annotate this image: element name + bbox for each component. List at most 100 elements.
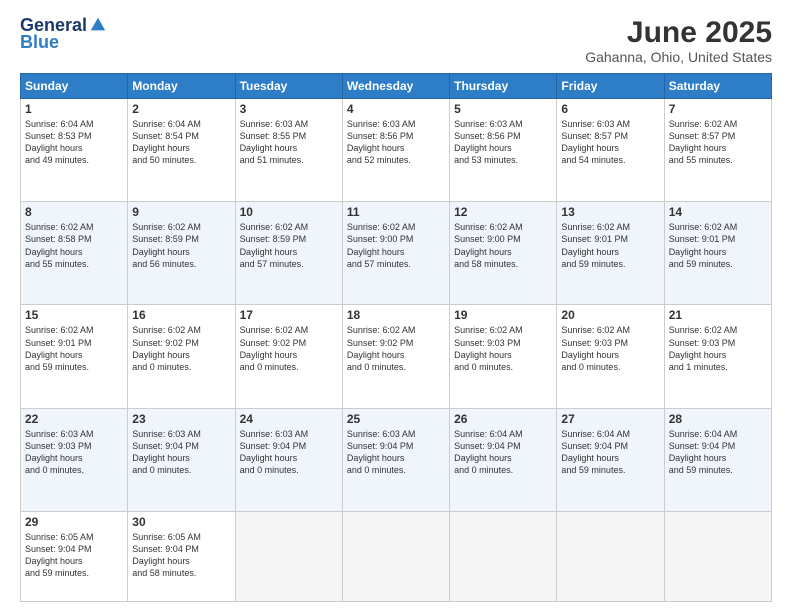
day-number: 14 bbox=[669, 205, 767, 219]
day-number: 24 bbox=[240, 412, 338, 426]
calendar-cell: 27Sunrise: 6:04 AMSunset: 9:04 PMDayligh… bbox=[557, 408, 664, 511]
day-info: Sunrise: 6:02 AMSunset: 9:01 PMDaylight … bbox=[669, 221, 767, 270]
calendar-cell: 10 Sunrise: 6:02 AMSunset: 8:59 PMDayligh… bbox=[235, 202, 342, 305]
day-info: Sunrise: 6:03 AMSunset: 9:04 PMDaylight … bbox=[132, 428, 230, 477]
calendar-cell: 17Sunrise: 6:02 AMSunset: 9:02 PMDayligh… bbox=[235, 305, 342, 408]
header-row: SundayMondayTuesdayWednesdayThursdayFrid… bbox=[21, 74, 772, 99]
day-info: Sunrise: 6:02 AMSunset: 9:01 PMDaylight … bbox=[561, 221, 659, 270]
calendar-cell: 28 Sunrise: 6:04 AMSunset: 9:04 PMDayligh… bbox=[664, 408, 771, 511]
day-number: 11 bbox=[347, 205, 445, 219]
day-number: 15 bbox=[25, 308, 123, 322]
calendar-cell: 22Sunrise: 6:03 AMSunset: 9:03 PMDayligh… bbox=[21, 408, 128, 511]
day-header-sunday: Sunday bbox=[21, 74, 128, 99]
day-info: Sunrise: 6:02 AMSunset: 8:58 PMDaylight … bbox=[25, 221, 123, 270]
day-number: 29 bbox=[25, 515, 123, 529]
calendar-cell: 18Sunrise: 6:02 AMSunset: 9:02 PMDayligh… bbox=[342, 305, 449, 408]
calendar-cell: 26 Sunrise: 6:04 AMSunset: 9:04 PMDayligh… bbox=[450, 408, 557, 511]
day-info: Sunrise: 6:02 AMSunset: 9:02 PMDaylight … bbox=[240, 324, 338, 373]
calendar-cell: 9 Sunrise: 6:02 AMSunset: 8:59 PMDaylight… bbox=[128, 202, 235, 305]
calendar-cell: 6 Sunrise: 6:03 AMSunset: 8:57 PMDaylight… bbox=[557, 99, 664, 202]
day-info: Sunrise: 6:02 AMSunset: 8:57 PMDaylight … bbox=[669, 118, 767, 167]
day-info: Sunrise: 6:05 AMSunset: 9:04 PMDaylight … bbox=[132, 531, 230, 580]
calendar-cell: 30 Sunrise: 6:05 AMSunset: 9:04 PMDayligh… bbox=[128, 511, 235, 601]
calendar-subtitle: Gahanna, Ohio, United States bbox=[585, 49, 772, 65]
calendar-cell bbox=[557, 511, 664, 601]
calendar-title: June 2025 bbox=[585, 16, 772, 49]
day-info: Sunrise: 6:04 AMSunset: 8:54 PMDaylight … bbox=[132, 118, 230, 167]
day-number: 12 bbox=[454, 205, 552, 219]
calendar-cell: 11 Sunrise: 6:02 AMSunset: 9:00 PMDayligh… bbox=[342, 202, 449, 305]
calendar-cell: 12Sunrise: 6:02 AMSunset: 9:00 PMDayligh… bbox=[450, 202, 557, 305]
calendar-cell: 24 Sunrise: 6:03 AMSunset: 9:04 PMDayligh… bbox=[235, 408, 342, 511]
week-row-3: 22Sunrise: 6:03 AMSunset: 9:03 PMDayligh… bbox=[21, 408, 772, 511]
calendar-cell: 23 Sunrise: 6:03 AMSunset: 9:04 PMDayligh… bbox=[128, 408, 235, 511]
day-info: Sunrise: 6:02 AMSunset: 9:03 PMDaylight … bbox=[454, 324, 552, 373]
day-number: 9 bbox=[132, 205, 230, 219]
day-number: 19 bbox=[454, 308, 552, 322]
day-number: 20 bbox=[561, 308, 659, 322]
day-number: 6 bbox=[561, 102, 659, 116]
day-number: 22 bbox=[25, 412, 123, 426]
day-header-tuesday: Tuesday bbox=[235, 74, 342, 99]
logo-icon bbox=[89, 16, 107, 34]
day-info: Sunrise: 6:03 AMSunset: 8:57 PMDaylight … bbox=[561, 118, 659, 167]
day-header-wednesday: Wednesday bbox=[342, 74, 449, 99]
calendar-cell bbox=[450, 511, 557, 601]
day-number: 21 bbox=[669, 308, 767, 322]
day-number: 30 bbox=[132, 515, 230, 529]
day-number: 3 bbox=[240, 102, 338, 116]
day-info: Sunrise: 6:04 AMSunset: 9:04 PMDaylight … bbox=[454, 428, 552, 477]
day-info: Sunrise: 6:02 AMSunset: 8:59 PMDaylight … bbox=[132, 221, 230, 270]
logo: General Blue bbox=[20, 16, 107, 53]
day-info: Sunrise: 6:03 AMSunset: 8:56 PMDaylight … bbox=[454, 118, 552, 167]
day-header-monday: Monday bbox=[128, 74, 235, 99]
calendar-cell: 2 Sunrise: 6:04 AMSunset: 8:54 PMDaylight… bbox=[128, 99, 235, 202]
day-info: Sunrise: 6:05 AMSunset: 9:04 PMDaylight … bbox=[25, 531, 123, 580]
calendar-cell: 7 Sunrise: 6:02 AMSunset: 8:57 PMDaylight… bbox=[664, 99, 771, 202]
day-header-saturday: Saturday bbox=[664, 74, 771, 99]
day-number: 10 bbox=[240, 205, 338, 219]
day-info: Sunrise: 6:04 AMSunset: 9:04 PMDaylight … bbox=[561, 428, 659, 477]
logo-blue: Blue bbox=[20, 32, 59, 53]
day-number: 13 bbox=[561, 205, 659, 219]
day-info: Sunrise: 6:02 AMSunset: 9:03 PMDaylight … bbox=[561, 324, 659, 373]
calendar-cell: 25 Sunrise: 6:03 AMSunset: 9:04 PMDayligh… bbox=[342, 408, 449, 511]
week-row-0: 1Sunrise: 6:04 AMSunset: 8:53 PMDaylight… bbox=[21, 99, 772, 202]
day-number: 16 bbox=[132, 308, 230, 322]
day-number: 7 bbox=[669, 102, 767, 116]
day-header-friday: Friday bbox=[557, 74, 664, 99]
day-info: Sunrise: 6:02 AMSunset: 9:00 PMDaylight … bbox=[347, 221, 445, 270]
calendar-cell: 20 Sunrise: 6:02 AMSunset: 9:03 PMDayligh… bbox=[557, 305, 664, 408]
day-number: 18 bbox=[347, 308, 445, 322]
calendar-cell: 29 Sunrise: 6:05 AMSunset: 9:04 PMDayligh… bbox=[21, 511, 128, 601]
day-info: Sunrise: 6:03 AMSunset: 9:04 PMDaylight … bbox=[240, 428, 338, 477]
day-number: 23 bbox=[132, 412, 230, 426]
title-block: June 2025 Gahanna, Ohio, United States bbox=[585, 16, 772, 65]
day-number: 8 bbox=[25, 205, 123, 219]
calendar-cell: 15Sunrise: 6:02 AMSunset: 9:01 PMDayligh… bbox=[21, 305, 128, 408]
day-info: Sunrise: 6:02 AMSunset: 9:02 PMDaylight … bbox=[132, 324, 230, 373]
calendar-cell: 14 Sunrise: 6:02 AMSunset: 9:01 PMDayligh… bbox=[664, 202, 771, 305]
day-number: 2 bbox=[132, 102, 230, 116]
day-info: Sunrise: 6:02 AMSunset: 9:03 PMDaylight … bbox=[669, 324, 767, 373]
day-info: Sunrise: 6:04 AMSunset: 8:53 PMDaylight … bbox=[25, 118, 123, 167]
calendar-cell: 8 Sunrise: 6:02 AMSunset: 8:58 PMDaylight… bbox=[21, 202, 128, 305]
page: General Blue June 2025 Gahanna, Ohio, Un… bbox=[0, 0, 792, 612]
calendar-cell bbox=[342, 511, 449, 601]
day-info: Sunrise: 6:03 AMSunset: 9:04 PMDaylight … bbox=[347, 428, 445, 477]
header: General Blue June 2025 Gahanna, Ohio, Un… bbox=[20, 16, 772, 65]
day-number: 4 bbox=[347, 102, 445, 116]
calendar-cell bbox=[235, 511, 342, 601]
calendar-cell: 4 Sunrise: 6:03 AMSunset: 8:56 PMDaylight… bbox=[342, 99, 449, 202]
calendar-cell: 16 Sunrise: 6:02 AMSunset: 9:02 PMDayligh… bbox=[128, 305, 235, 408]
day-info: Sunrise: 6:03 AMSunset: 8:56 PMDaylight … bbox=[347, 118, 445, 167]
day-info: Sunrise: 6:02 AMSunset: 8:59 PMDaylight … bbox=[240, 221, 338, 270]
calendar-table: SundayMondayTuesdayWednesdayThursdayFrid… bbox=[20, 73, 772, 602]
day-number: 28 bbox=[669, 412, 767, 426]
day-info: Sunrise: 6:04 AMSunset: 9:04 PMDaylight … bbox=[669, 428, 767, 477]
calendar-cell: 21 Sunrise: 6:02 AMSunset: 9:03 PMDayligh… bbox=[664, 305, 771, 408]
day-number: 26 bbox=[454, 412, 552, 426]
day-number: 25 bbox=[347, 412, 445, 426]
calendar-cell: 3 Sunrise: 6:03 AMSunset: 8:55 PMDaylight… bbox=[235, 99, 342, 202]
day-info: Sunrise: 6:03 AMSunset: 8:55 PMDaylight … bbox=[240, 118, 338, 167]
